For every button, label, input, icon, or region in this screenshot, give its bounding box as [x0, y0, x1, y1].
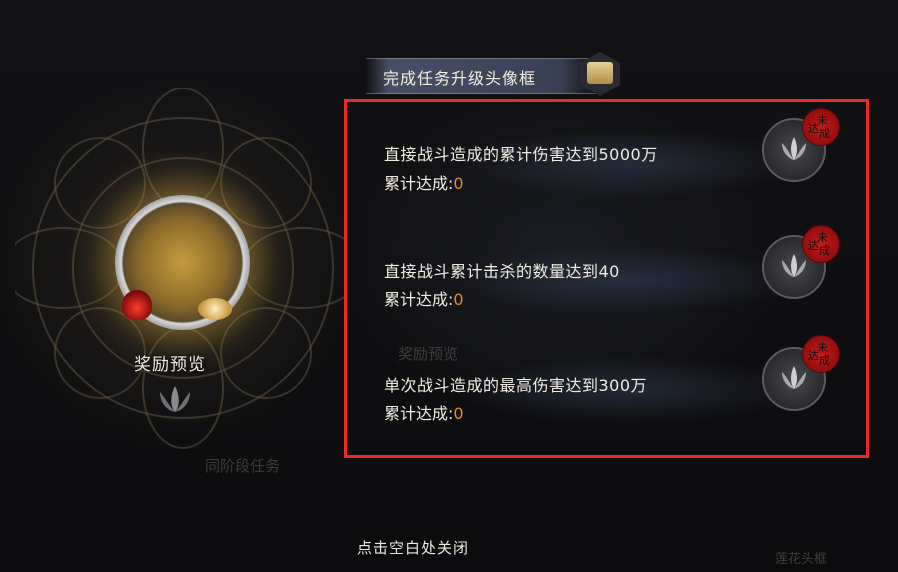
- reward-preview-label: 奖励预览: [134, 355, 206, 375]
- task-progress: 累计达成:0: [384, 286, 464, 310]
- stamp-char: 成: [819, 244, 830, 257]
- task-progress: 累计达成:0: [384, 170, 464, 194]
- stamp-char: 达: [808, 122, 819, 135]
- task-progress: 累计达成:0: [384, 400, 464, 424]
- faded-label: 同阶段任务: [205, 457, 281, 475]
- progress-value: 0: [453, 404, 464, 423]
- stamp-char: 成: [819, 354, 830, 367]
- task-row: 直接战斗造成的累计伤害达到5000万 累计达成:0 未 达 成: [350, 108, 865, 220]
- lotus-icon: [782, 254, 806, 277]
- task-description: 单次战斗造成的最高伤害达到300万: [384, 376, 648, 395]
- progress-value: 0: [453, 174, 464, 193]
- not-achieved-stamp: 未 达 成: [802, 225, 840, 263]
- lotus-icon: [160, 386, 190, 412]
- not-achieved-stamp: 未 达 成: [802, 108, 840, 146]
- task-description: 直接战斗造成的累计伤害达到5000万: [384, 145, 658, 164]
- scroll-chest-icon: [587, 62, 613, 84]
- stamp-char: 达: [808, 239, 819, 252]
- task-description: 直接战斗累计击杀的数量达到40: [384, 262, 620, 281]
- progress-label: 累计达成:: [384, 404, 454, 423]
- progress-label: 累计达成:: [384, 174, 454, 193]
- stamp-char: 达: [808, 349, 819, 362]
- progress-label: 累计达成:: [384, 290, 454, 309]
- golden-flower-icon: [198, 298, 232, 320]
- stamp-char: 成: [819, 127, 830, 140]
- close-hint[interactable]: 点击空白处关闭: [357, 537, 469, 558]
- task-row: 直接战斗累计击杀的数量达到40 累计达成:0 未 达 成: [350, 225, 865, 337]
- task-row: 单次战斗造成的最高伤害达到300万 累计达成:0 未 达 成: [350, 335, 865, 447]
- not-achieved-stamp: 未 达 成: [802, 335, 840, 373]
- red-flame-icon: [122, 290, 152, 320]
- lotus-icon: [782, 137, 806, 160]
- faded-corner-label: 莲花头框: [775, 552, 828, 567]
- progress-value: 0: [453, 290, 464, 309]
- page-title: 完成任务升级头像框: [383, 69, 537, 88]
- lotus-icon: [782, 366, 806, 389]
